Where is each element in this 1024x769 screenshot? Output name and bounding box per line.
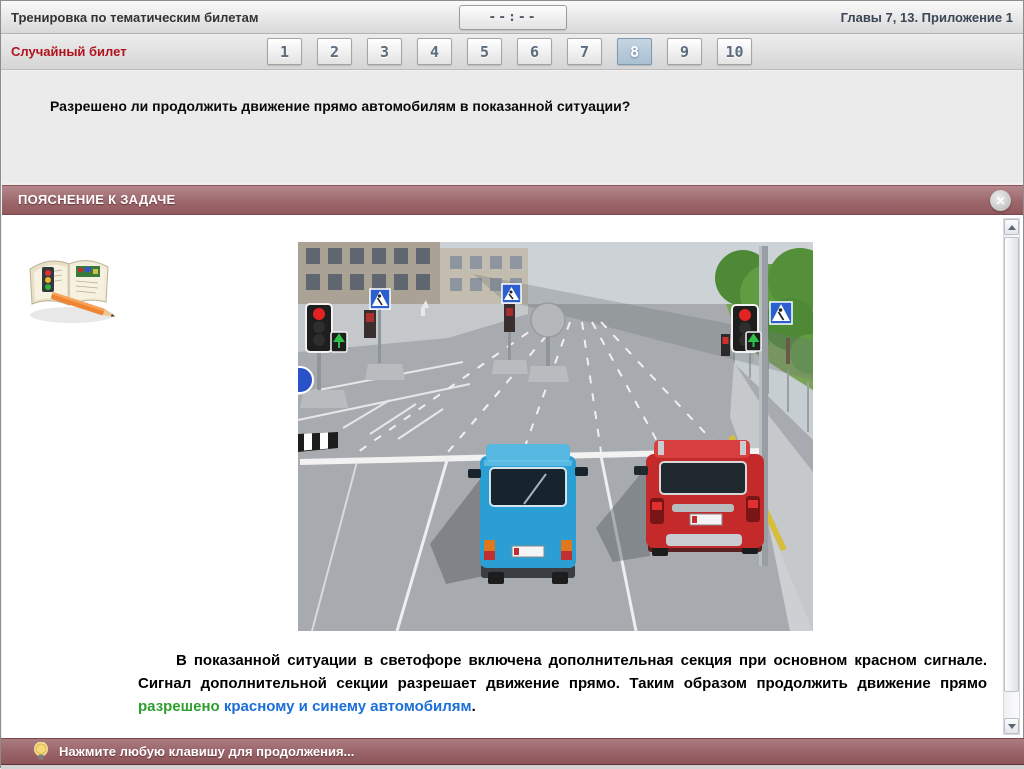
book-with-pencil-icon bbox=[20, 247, 120, 327]
status-message: Нажмите любую клавишу для продолжения... bbox=[59, 739, 354, 765]
close-x-glyph: ✕ bbox=[995, 194, 1005, 208]
title-bar: Тренировка по тематическим билетам --:--… bbox=[1, 1, 1023, 34]
scroll-up-button[interactable] bbox=[1004, 219, 1019, 235]
chapters-label: Главы 7, 13. Приложение 1 bbox=[841, 1, 1013, 34]
app-title: Тренировка по тематическим билетам bbox=[11, 1, 259, 34]
random-ticket-label: Случайный билет bbox=[11, 34, 127, 70]
close-icon[interactable]: ✕ bbox=[990, 190, 1011, 211]
question-text: Разрешено ли продолжить движение прямо а… bbox=[2, 71, 1023, 114]
explanation-panel: В показанной ситуации в светофоре включе… bbox=[2, 215, 1023, 738]
red-signal-right bbox=[739, 309, 751, 321]
question-button-3[interactable]: 3 bbox=[367, 38, 402, 65]
question-button-6[interactable]: 6 bbox=[517, 38, 552, 65]
timer-display: --:-- bbox=[459, 5, 567, 30]
scrollbar-thumb[interactable] bbox=[1004, 237, 1019, 692]
scroll-down-icon bbox=[1008, 724, 1016, 729]
blue-car bbox=[468, 444, 588, 584]
status-bar: Нажмите любую клавишу для продолжения... bbox=[1, 738, 1024, 765]
explanation-text-green: разрешено bbox=[138, 698, 220, 715]
red-signal-left bbox=[313, 308, 325, 320]
vertical-scrollbar[interactable] bbox=[1003, 218, 1020, 735]
window-bottom-edge bbox=[1, 765, 1024, 769]
scroll-down-button[interactable] bbox=[1004, 718, 1019, 734]
question-scene-image bbox=[298, 242, 813, 631]
question-button-5[interactable]: 5 bbox=[467, 38, 502, 65]
question-button-2[interactable]: 2 bbox=[317, 38, 352, 65]
question-button-8[interactable]: 8 bbox=[617, 38, 652, 65]
explanation-text-blue: красному и синему автомобилям bbox=[224, 698, 472, 715]
question-button-7[interactable]: 7 bbox=[567, 38, 602, 65]
explanation-text: В показанной ситуации в светофоре включе… bbox=[138, 649, 987, 718]
question-button-10[interactable]: 10 bbox=[717, 38, 752, 65]
timer-value: --:-- bbox=[488, 10, 537, 25]
explanation-text-main: В показанной ситуации в светофоре включе… bbox=[138, 652, 987, 692]
explanation-header: ПОЯСНЕНИЕ К ЗАДАЧЕ ✕ bbox=[2, 185, 1023, 215]
question-number-buttons: 1 2 3 4 5 6 7 8 9 10 bbox=[267, 38, 752, 65]
scroll-up-icon bbox=[1008, 225, 1016, 230]
scene-building bbox=[298, 242, 528, 306]
question-button-1[interactable]: 1 bbox=[267, 38, 302, 65]
question-button-4[interactable]: 4 bbox=[417, 38, 452, 65]
red-car bbox=[634, 440, 764, 556]
question-area: Разрешено ли продолжить движение прямо а… bbox=[2, 71, 1023, 183]
app-window: Тренировка по тематическим билетам --:--… bbox=[0, 0, 1024, 768]
question-button-9[interactable]: 9 bbox=[667, 38, 702, 65]
explanation-title: ПОЯСНЕНИЕ К ЗАДАЧЕ bbox=[18, 186, 176, 214]
ticket-bar: Случайный билет 1 2 3 4 5 6 7 8 9 10 bbox=[1, 34, 1023, 70]
lightbulb-icon bbox=[33, 742, 49, 763]
